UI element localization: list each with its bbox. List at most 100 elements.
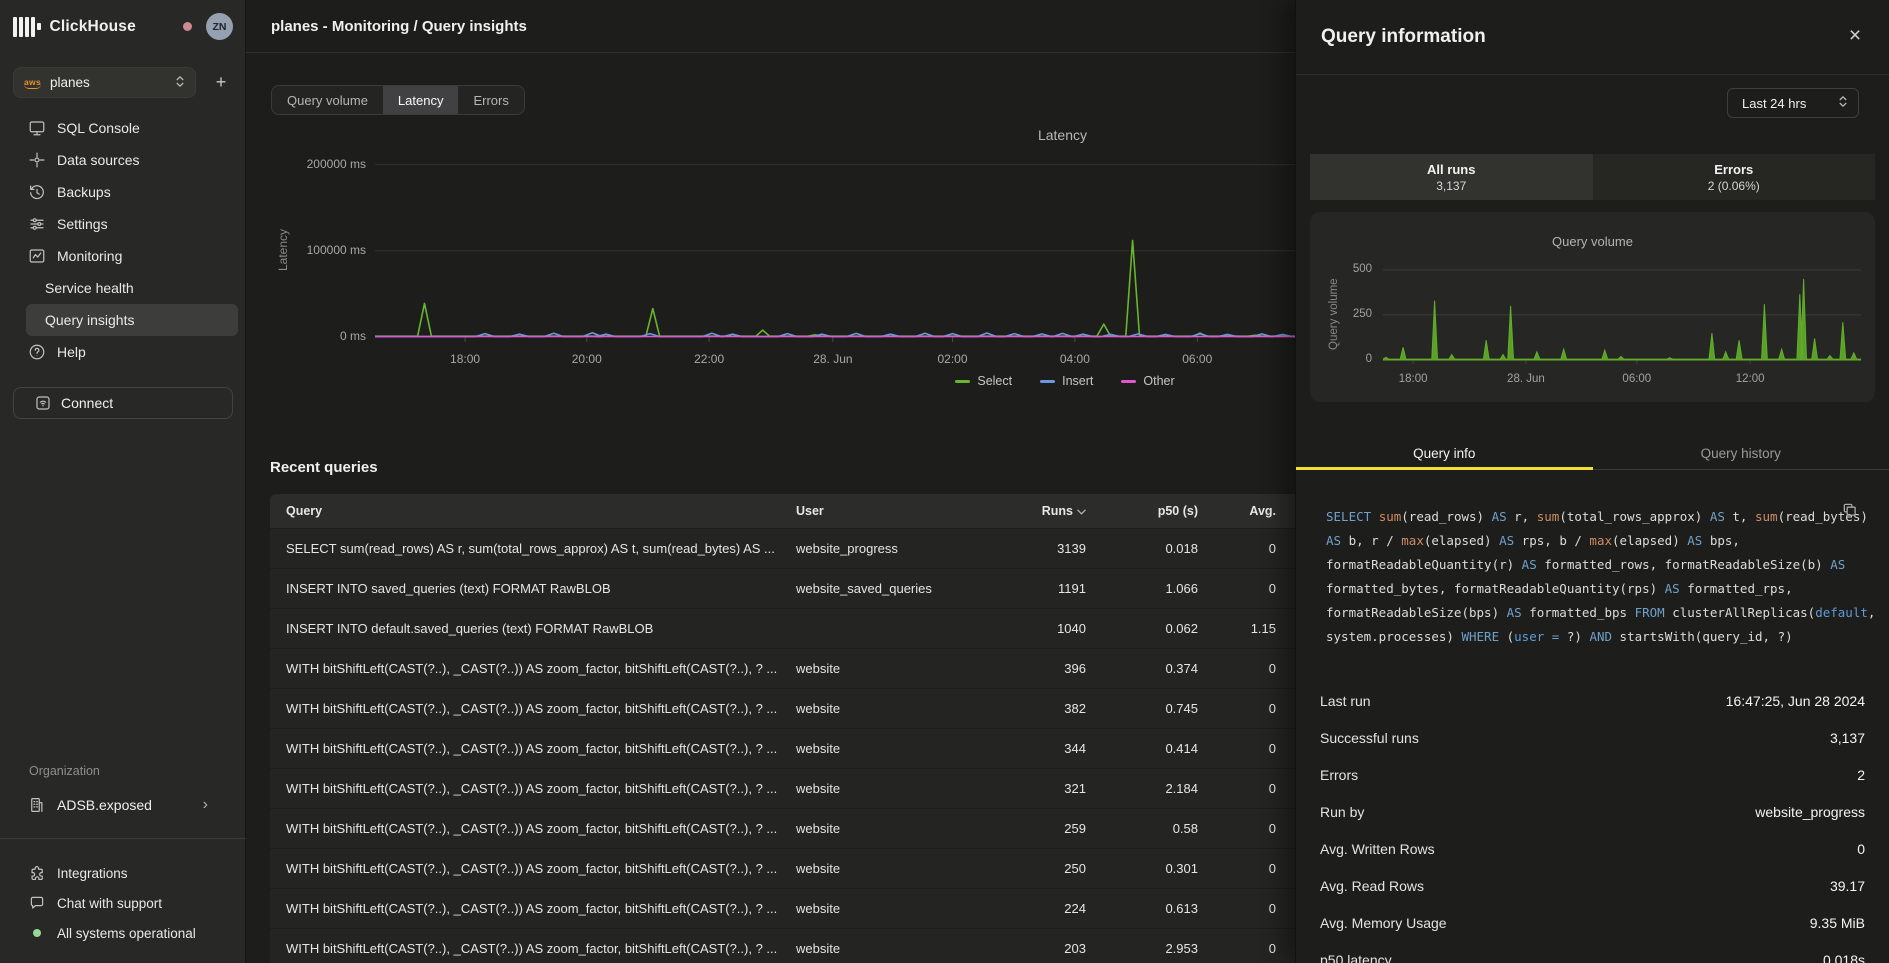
- service-selector[interactable]: aws planes: [13, 67, 196, 98]
- summary-tab-errors[interactable]: Errors2 (0.06%): [1593, 154, 1876, 200]
- query-stats: Last run16:47:25, Jun 28 2024Successful …: [1320, 682, 1865, 963]
- legend-item-insert[interactable]: Insert: [1040, 374, 1093, 388]
- stat-row-avg-memory-usage: Avg. Memory Usage9.35 MiB: [1320, 904, 1865, 941]
- column-header-p50-s[interactable]: p50 (s): [1086, 504, 1198, 518]
- time-range-value: Last 24 hrs: [1742, 96, 1806, 111]
- sql-line: formatReadableSize(bps) AS formatted_bps…: [1326, 601, 1834, 625]
- y-tick: 500: [1310, 263, 1372, 275]
- column-header-query[interactable]: Query: [286, 504, 796, 518]
- table-row[interactable]: WITH bitShiftLeft(CAST(?..), _CAST(?..))…: [270, 889, 1410, 928]
- sidebar-header: ClickHouse ZN: [0, 0, 246, 53]
- copy-icon[interactable]: [1840, 502, 1858, 520]
- stat-row-successful-runs: Successful runs3,137: [1320, 719, 1865, 756]
- x-tick: 02:00: [913, 352, 993, 366]
- add-service-button[interactable]: +: [208, 69, 234, 95]
- sidebar-menu: SQL ConsoleData sourcesBackupsSettingsMo…: [0, 112, 246, 368]
- x-tick: 22:00: [669, 352, 749, 366]
- terminal-icon: [28, 119, 46, 137]
- query-volume-card: Query volume Query volume 0250500 18:002…: [1310, 212, 1875, 402]
- table-row[interactable]: WITH bitShiftLeft(CAST(?..), _CAST(?..))…: [270, 809, 1410, 848]
- table-row[interactable]: WITH bitShiftLeft(CAST(?..), _CAST(?..))…: [270, 729, 1410, 768]
- tab-query-info[interactable]: Query info: [1296, 437, 1593, 469]
- legend-item-select[interactable]: Select: [955, 374, 1012, 388]
- stat-row-run-by: Run bywebsite_progress: [1320, 793, 1865, 830]
- column-header-runs[interactable]: Runs: [1006, 504, 1086, 518]
- building-icon: [28, 796, 46, 814]
- x-tick: 18:00: [425, 352, 505, 366]
- sidebar-item-chat-with-support[interactable]: Chat with support: [0, 888, 246, 918]
- x-tick: 06:00: [1157, 352, 1237, 366]
- table-row[interactable]: INSERT INTO saved_queries (text) FORMAT …: [270, 569, 1410, 608]
- connect-label: Connect: [61, 395, 113, 411]
- backups-icon: [28, 183, 46, 201]
- legend-item-other[interactable]: Other: [1121, 374, 1174, 388]
- close-icon[interactable]: ×: [1841, 22, 1869, 50]
- tab-latency[interactable]: Latency: [383, 86, 459, 114]
- panel-header: Query information ×: [1296, 0, 1889, 75]
- tab-query-history[interactable]: Query history: [1593, 437, 1889, 469]
- table-row[interactable]: WITH bitShiftLeft(CAST(?..), _CAST(?..))…: [270, 649, 1410, 688]
- organization-name: ADSB.exposed: [57, 797, 152, 813]
- connect-icon: [34, 394, 52, 412]
- sidebar-item-settings[interactable]: Settings: [0, 208, 246, 240]
- table-row[interactable]: SELECT sum(read_rows) AS r, sum(total_ro…: [270, 529, 1410, 568]
- chevron-right-icon: ›: [203, 796, 208, 814]
- x-tick: 18:00: [1378, 373, 1448, 385]
- status-dot-icon: [28, 924, 46, 942]
- sql-line: AS b, r / max(elapsed) AS rps, b / max(e…: [1326, 529, 1834, 553]
- x-tick: 06:00: [1602, 373, 1672, 385]
- x-tick: 28. Jun: [793, 352, 873, 366]
- recent-queries-title: Recent queries: [270, 459, 378, 476]
- sidebar-item-sql-console[interactable]: SQL Console: [0, 112, 246, 144]
- table-header: QueryUserRunsp50 (s)Avg.: [270, 494, 1410, 528]
- table-row[interactable]: WITH bitShiftLeft(CAST(?..), _CAST(?..))…: [270, 769, 1410, 808]
- info-tabs: Query infoQuery history: [1296, 437, 1889, 470]
- column-header-user[interactable]: User: [796, 504, 1006, 518]
- notification-dot-icon[interactable]: [183, 22, 192, 31]
- sidebar-item-integrations[interactable]: Integrations: [0, 858, 246, 888]
- column-header-avg[interactable]: Avg.: [1198, 504, 1276, 518]
- table-row[interactable]: INSERT INTO default.saved_queries (text)…: [270, 609, 1410, 648]
- y-tick: 200000 ms: [246, 157, 366, 171]
- time-range-selector[interactable]: Last 24 hrs: [1727, 88, 1859, 118]
- sidebar-divider: [0, 838, 246, 839]
- organization-section-label: Organization: [29, 764, 100, 778]
- tab-errors[interactable]: Errors: [458, 86, 523, 114]
- chat-icon: [28, 894, 46, 912]
- x-tick: 12:00: [1715, 373, 1785, 385]
- sql-line: system.processes) WHERE (user = ?) AND s…: [1326, 625, 1834, 649]
- sidebar-item-monitoring[interactable]: Monitoring: [0, 240, 246, 272]
- query-volume-chart[interactable]: [1383, 258, 1861, 364]
- sidebar-item-service-health[interactable]: Service health: [0, 272, 246, 304]
- help-icon: [28, 343, 46, 361]
- brand-name: ClickHouse: [50, 18, 136, 36]
- sidebar-item-backups[interactable]: Backups: [0, 176, 246, 208]
- page-title: planes - Monitoring / Query insights: [271, 18, 527, 35]
- recent-queries-table: QueryUserRunsp50 (s)Avg. SELECT sum(read…: [270, 494, 1410, 963]
- sidebar-item-query-insights[interactable]: Query insights: [26, 304, 238, 336]
- organization-selector[interactable]: ADSB.exposed ›: [0, 790, 246, 820]
- latency-legend: Select Insert Other: [815, 374, 1315, 388]
- panel-title: Query information: [1321, 26, 1486, 48]
- x-tick: 04:00: [1035, 352, 1115, 366]
- y-tick: 250: [1310, 308, 1372, 320]
- table-row[interactable]: WITH bitShiftLeft(CAST(?..), _CAST(?..))…: [270, 849, 1410, 888]
- query-information-panel: Query information × Last 24 hrs All runs…: [1295, 0, 1889, 963]
- aws-icon: aws: [24, 77, 41, 89]
- connect-button[interactable]: Connect: [13, 387, 233, 419]
- table-row[interactable]: WITH bitShiftLeft(CAST(?..), _CAST(?..))…: [270, 929, 1410, 963]
- y-tick: 0: [1310, 353, 1372, 365]
- sql-line: formatReadableQuantity(r) AS formatted_r…: [1326, 553, 1834, 577]
- summary-tab-all-runs[interactable]: All runs3,137: [1310, 154, 1593, 200]
- user-avatar[interactable]: ZN: [206, 13, 233, 40]
- table-body: SELECT sum(read_rows) AS r, sum(total_ro…: [270, 529, 1410, 963]
- sidebar-item-data-sources[interactable]: Data sources: [0, 144, 246, 176]
- sidebar-item-all-systems-operational[interactable]: All systems operational: [0, 918, 246, 948]
- sidebar-item-help[interactable]: Help: [0, 336, 246, 368]
- chevron-up-down-icon: [1838, 94, 1848, 112]
- clickhouse-logo-icon[interactable]: [13, 17, 41, 37]
- table-row[interactable]: WITH bitShiftLeft(CAST(?..), _CAST(?..))…: [270, 689, 1410, 728]
- x-tick: 28. Jun: [1491, 373, 1561, 385]
- tab-query-volume[interactable]: Query volume: [272, 86, 383, 114]
- y-tick: 100000 ms: [246, 243, 366, 257]
